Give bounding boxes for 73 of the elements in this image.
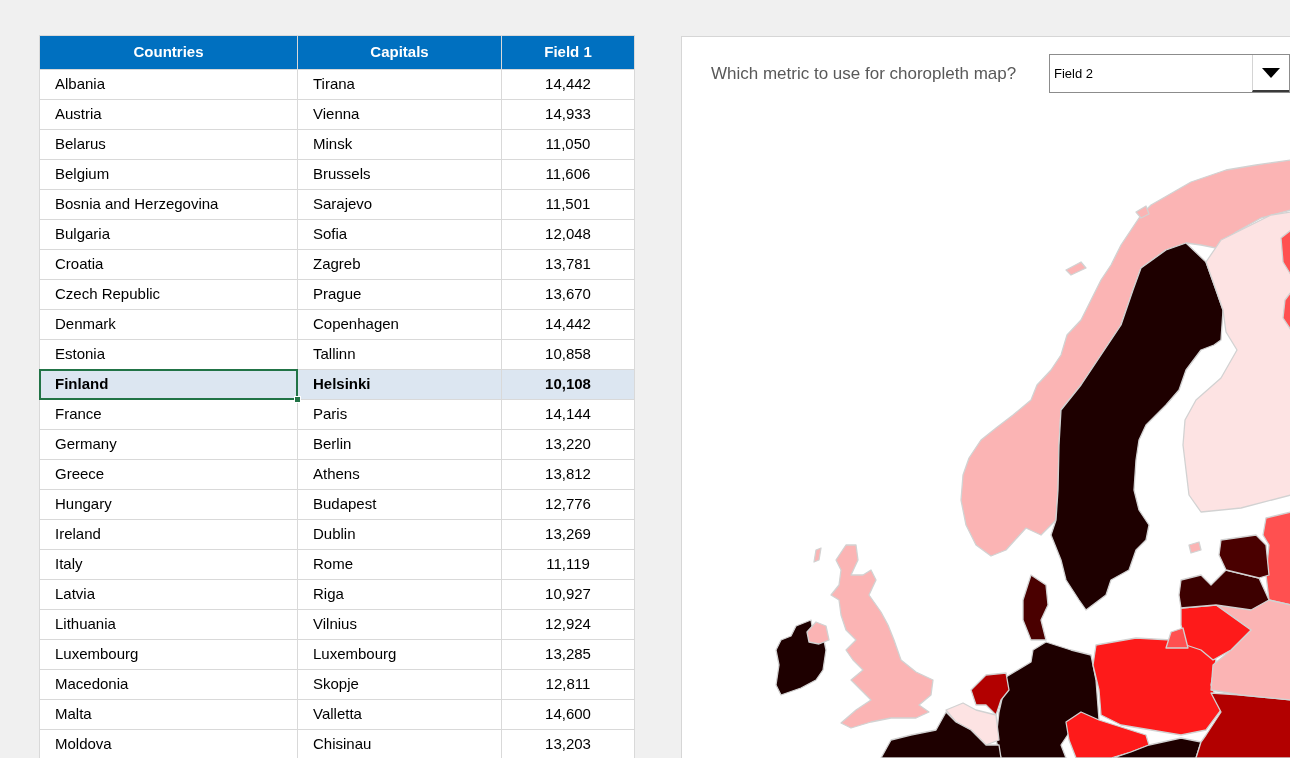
table-cell: Copenhagen — [297, 309, 502, 340]
table-cell: Malta — [39, 699, 298, 730]
table-cell: Valletta — [297, 699, 502, 730]
metric-dropdown[interactable]: Field 2 — [1049, 54, 1290, 93]
table-cell: Rome — [297, 549, 502, 580]
table-cell: Ireland — [39, 519, 298, 550]
table-cell: Luxembourg — [297, 639, 502, 670]
table-cell: Paris — [297, 399, 502, 430]
table-cell: 13,812 — [501, 459, 635, 490]
table-cell: 13,285 — [501, 639, 635, 670]
column-header: Countries — [39, 35, 298, 70]
table-cell: France — [39, 399, 298, 430]
table-cell: Italy — [39, 549, 298, 580]
table-cell: Lithuania — [39, 609, 298, 640]
table-cell: 12,924 — [501, 609, 635, 640]
table-cell: Croatia — [39, 249, 298, 280]
table-cell: 13,670 — [501, 279, 635, 310]
table-cell: Dublin — [297, 519, 502, 550]
table-cell: Tallinn — [297, 339, 502, 370]
table-cell: 12,776 — [501, 489, 635, 520]
table-cell: 13,781 — [501, 249, 635, 280]
table-cell: 13,220 — [501, 429, 635, 460]
table-cell: Macedonia — [39, 669, 298, 700]
table-cell: Denmark — [39, 309, 298, 340]
table-cell: Brussels — [297, 159, 502, 190]
caret-down-icon — [1262, 67, 1280, 78]
fill-handle-icon[interactable] — [294, 396, 301, 403]
table-cell: Sofia — [297, 219, 502, 250]
table-cell: Athens — [297, 459, 502, 490]
table-cell: Austria — [39, 99, 298, 130]
table-cell: 11,501 — [501, 189, 635, 220]
table-cell: Zagreb — [297, 249, 502, 280]
table-cell: 14,600 — [501, 699, 635, 730]
column-header: Field 1 — [501, 35, 635, 70]
table-cell: Minsk — [297, 129, 502, 160]
table-cell: Skopje — [297, 669, 502, 700]
table-cell: 11,606 — [501, 159, 635, 190]
table-cell: Tirana — [297, 69, 502, 100]
table-cell: Berlin — [297, 429, 502, 460]
metric-question: Which metric to use for choropleth map? — [711, 62, 1017, 85]
table-cell: Luxembourg — [39, 639, 298, 670]
table-cell: Latvia — [39, 579, 298, 610]
table-cell: Hungary — [39, 489, 298, 520]
table-cell: 10,858 — [501, 339, 635, 370]
column-header: Capitals — [297, 35, 502, 70]
table-cell: 12,811 — [501, 669, 635, 700]
table-cell: Albania — [39, 69, 298, 100]
dropdown-toggle[interactable] — [1252, 55, 1289, 92]
table-cell: Vienna — [297, 99, 502, 130]
table-cell: Bosnia and Herzegovina — [39, 189, 298, 220]
table-cell: Estonia — [39, 339, 298, 370]
table-cell: Belgium — [39, 159, 298, 190]
table-cell: 11,119 — [501, 549, 635, 580]
table-cell: Greece — [39, 459, 298, 490]
table-cell: Bulgaria — [39, 219, 298, 250]
table-cell: Czech Republic — [39, 279, 298, 310]
table-cell: Vilnius — [297, 609, 502, 640]
table-cell: 14,442 — [501, 309, 635, 340]
table-cell: Budapest — [297, 489, 502, 520]
table-cell: 10,927 — [501, 579, 635, 610]
table-cell: 13,269 — [501, 519, 635, 550]
table-cell: 14,442 — [501, 69, 635, 100]
table-cell: Moldova — [39, 729, 298, 758]
table-cell: Prague — [297, 279, 502, 310]
table-cell: Sarajevo — [297, 189, 502, 220]
table-cell: Germany — [39, 429, 298, 460]
table-cell: Riga — [297, 579, 502, 610]
table-cell: 10,108 — [501, 369, 635, 400]
table-cell: 12,048 — [501, 219, 635, 250]
table-cell: Belarus — [39, 129, 298, 160]
table-cell: 14,144 — [501, 399, 635, 430]
table-cell: 11,050 — [501, 129, 635, 160]
table-cell: 14,933 — [501, 99, 635, 130]
